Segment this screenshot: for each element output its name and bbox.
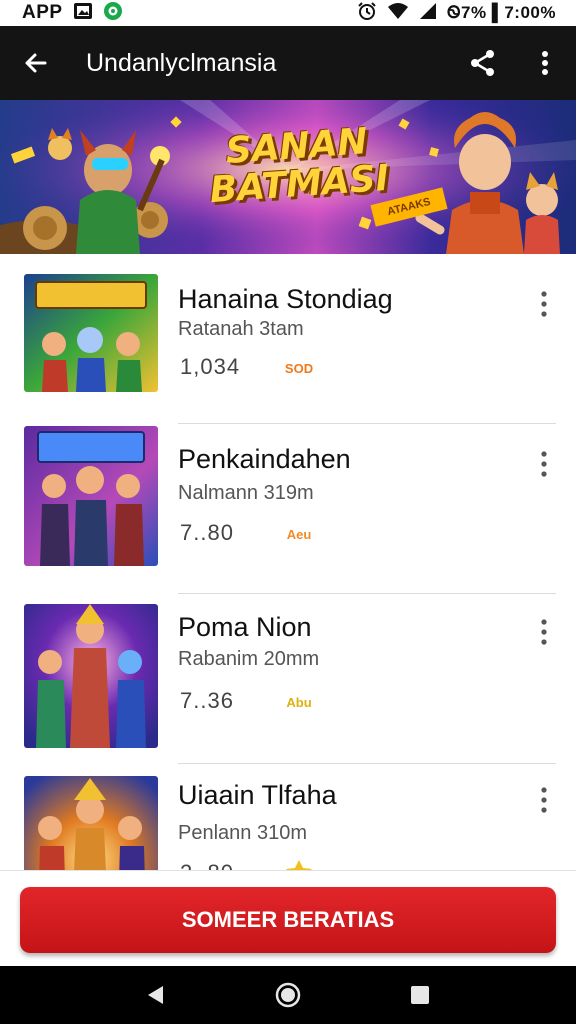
nav-back-icon (148, 986, 163, 1004)
game-badge-icon (278, 858, 320, 870)
promo-banner[interactable]: SANAN BATMASI ATAAKS (0, 100, 576, 254)
gallery-icon (73, 2, 93, 25)
page-title: Undanlyclmansia (86, 48, 277, 77)
status-right: Ꮻ7% ▌7:00% (357, 1, 556, 26)
status-app-label: APP (22, 2, 63, 23)
system-nav-bar (0, 966, 576, 1024)
item-more-button[interactable] (534, 782, 554, 818)
game-rating: 2..80 (180, 860, 234, 870)
status-battery-text: Ꮻ7% ▌7:00% (447, 3, 556, 22)
item-more-button[interactable] (534, 286, 554, 322)
game-badge: Abu (286, 694, 312, 710)
game-badge: Aeu (286, 526, 312, 542)
game-rating: 7..80 (180, 520, 234, 545)
game-thumbnail (24, 274, 158, 392)
app-bar-actions (452, 26, 576, 100)
list-item[interactable]: Hanaina Stondiag Ratanah 3tam 1,034 SOD (0, 254, 576, 424)
primary-cta-button[interactable]: SOMEER BERATIAS (20, 887, 556, 953)
game-thumbnail (24, 776, 158, 870)
nav-recents-button[interactable] (400, 975, 440, 1015)
bottom-action-area: SOMEER BERATIAS (0, 870, 576, 966)
status-bar: APP Ꮻ7% ▌7:00% (0, 0, 576, 26)
nav-back-button[interactable] (136, 975, 176, 1015)
game-title: Penkaindahen (178, 444, 351, 474)
app-circle-icon (103, 1, 123, 26)
banner-title: SANAN BATMASI (196, 121, 401, 211)
game-title: Uiaain Tlfaha (178, 780, 337, 810)
nav-recents-icon (411, 986, 429, 1004)
nav-home-icon (275, 982, 301, 1008)
share-icon (471, 50, 494, 76)
list-item[interactable]: Poma Nion Rabanim 20mm 7..36 Abu (0, 594, 576, 764)
game-title: Hanaina Stondiag (178, 284, 393, 314)
game-subtitle: Penlann 310m (178, 822, 307, 844)
more-vertical-icon (541, 451, 547, 477)
game-subtitle: Nalmann 319m (178, 482, 314, 504)
list-item[interactable]: Uiaain Tlfaha Penlann 310m 2..80 (0, 764, 576, 870)
game-rating: 7..36 (180, 688, 234, 713)
app-bar: Undanlyclmansia (0, 26, 576, 100)
game-thumbnail (24, 426, 158, 566)
item-more-button[interactable] (534, 446, 554, 482)
game-badge: SOD (284, 360, 314, 376)
game-title: Poma Nion (178, 612, 312, 642)
overflow-menu-button[interactable] (514, 26, 576, 100)
game-subtitle: Rabanim 20mm (178, 648, 320, 670)
game-rating: 1,034 (180, 354, 241, 379)
more-vertical-icon (541, 619, 547, 645)
alarm-icon (357, 1, 377, 26)
arrow-left-icon (25, 53, 47, 73)
back-button[interactable] (0, 26, 72, 100)
more-vertical-icon (541, 787, 547, 813)
game-list: Hanaina Stondiag Ratanah 3tam 1,034 SOD … (0, 254, 576, 870)
list-item[interactable]: Penkaindahen Nalmann 319m 7..80 Aeu (0, 424, 576, 594)
more-vertical-icon (542, 51, 548, 75)
wifi-icon (387, 2, 409, 25)
share-button[interactable] (452, 26, 514, 100)
more-vertical-icon (541, 291, 547, 317)
status-left: APP (22, 1, 123, 26)
nav-home-button[interactable] (268, 975, 308, 1015)
game-thumbnail (24, 604, 158, 748)
signal-icon (419, 2, 437, 25)
game-subtitle: Ratanah 3tam (178, 318, 304, 340)
item-more-button[interactable] (534, 614, 554, 650)
